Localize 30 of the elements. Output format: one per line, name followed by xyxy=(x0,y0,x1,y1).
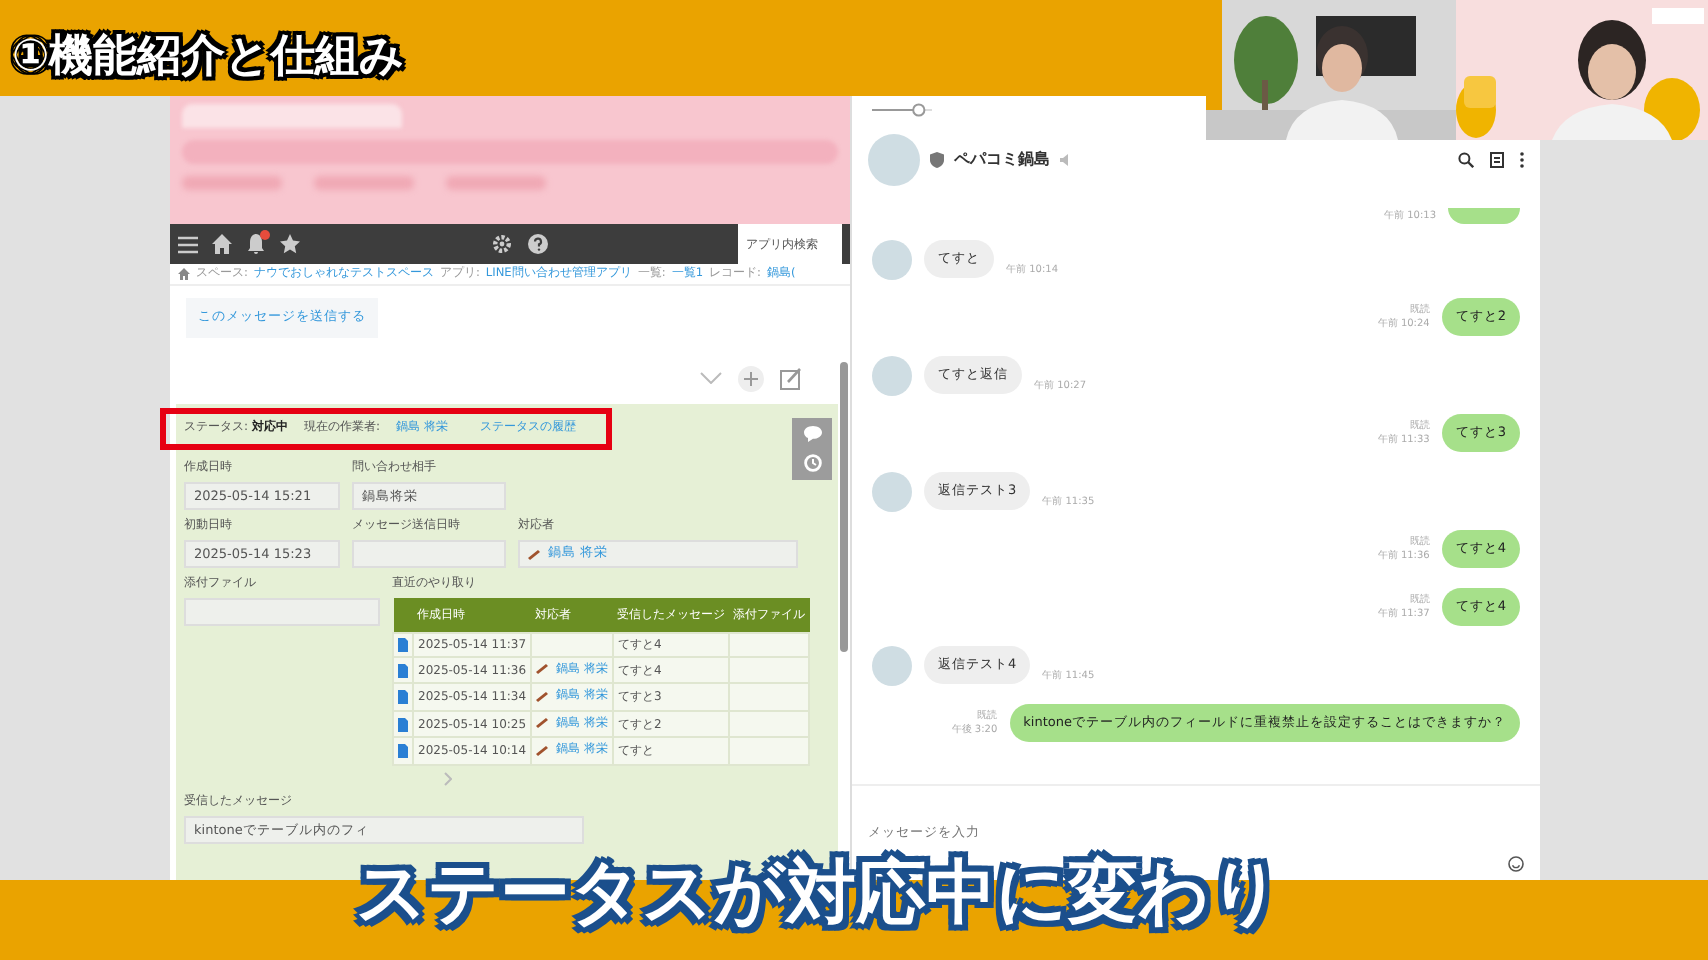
chevron-down-icon[interactable] xyxy=(700,372,722,385)
emoji-icon[interactable] xyxy=(1508,856,1524,872)
bell-icon[interactable] xyxy=(246,234,266,254)
menu-icon[interactable] xyxy=(178,235,198,253)
avatar xyxy=(872,645,912,685)
search-icon[interactable] xyxy=(1458,152,1474,168)
video-title: ①機能紹介と仕組み xyxy=(12,30,406,86)
avatar xyxy=(868,134,920,186)
home-icon[interactable] xyxy=(178,268,190,280)
settings-icon[interactable] xyxy=(491,234,511,254)
next-page-icon[interactable] xyxy=(444,771,452,786)
note-icon[interactable] xyxy=(1490,152,1504,168)
edit-icon[interactable] xyxy=(780,367,802,390)
zoom-slider[interactable] xyxy=(872,102,932,118)
slider-thumb[interactable] xyxy=(912,103,926,117)
history-icon[interactable] xyxy=(803,454,821,472)
avatar xyxy=(872,355,912,395)
scrollbar[interactable] xyxy=(840,362,848,652)
help-icon[interactable] xyxy=(527,234,547,254)
contact-name: ペパコミ鍋島 xyxy=(954,148,1050,172)
avatar xyxy=(872,471,912,511)
message-bubble xyxy=(1448,208,1520,224)
star-icon[interactable] xyxy=(280,234,300,254)
comment-icon[interactable] xyxy=(803,426,821,442)
speaker-icon xyxy=(1060,154,1072,166)
notification-badge xyxy=(260,230,270,240)
add-icon[interactable] xyxy=(738,365,764,392)
shield-icon xyxy=(930,152,944,168)
home-icon[interactable] xyxy=(212,234,232,254)
avatar xyxy=(872,239,912,279)
